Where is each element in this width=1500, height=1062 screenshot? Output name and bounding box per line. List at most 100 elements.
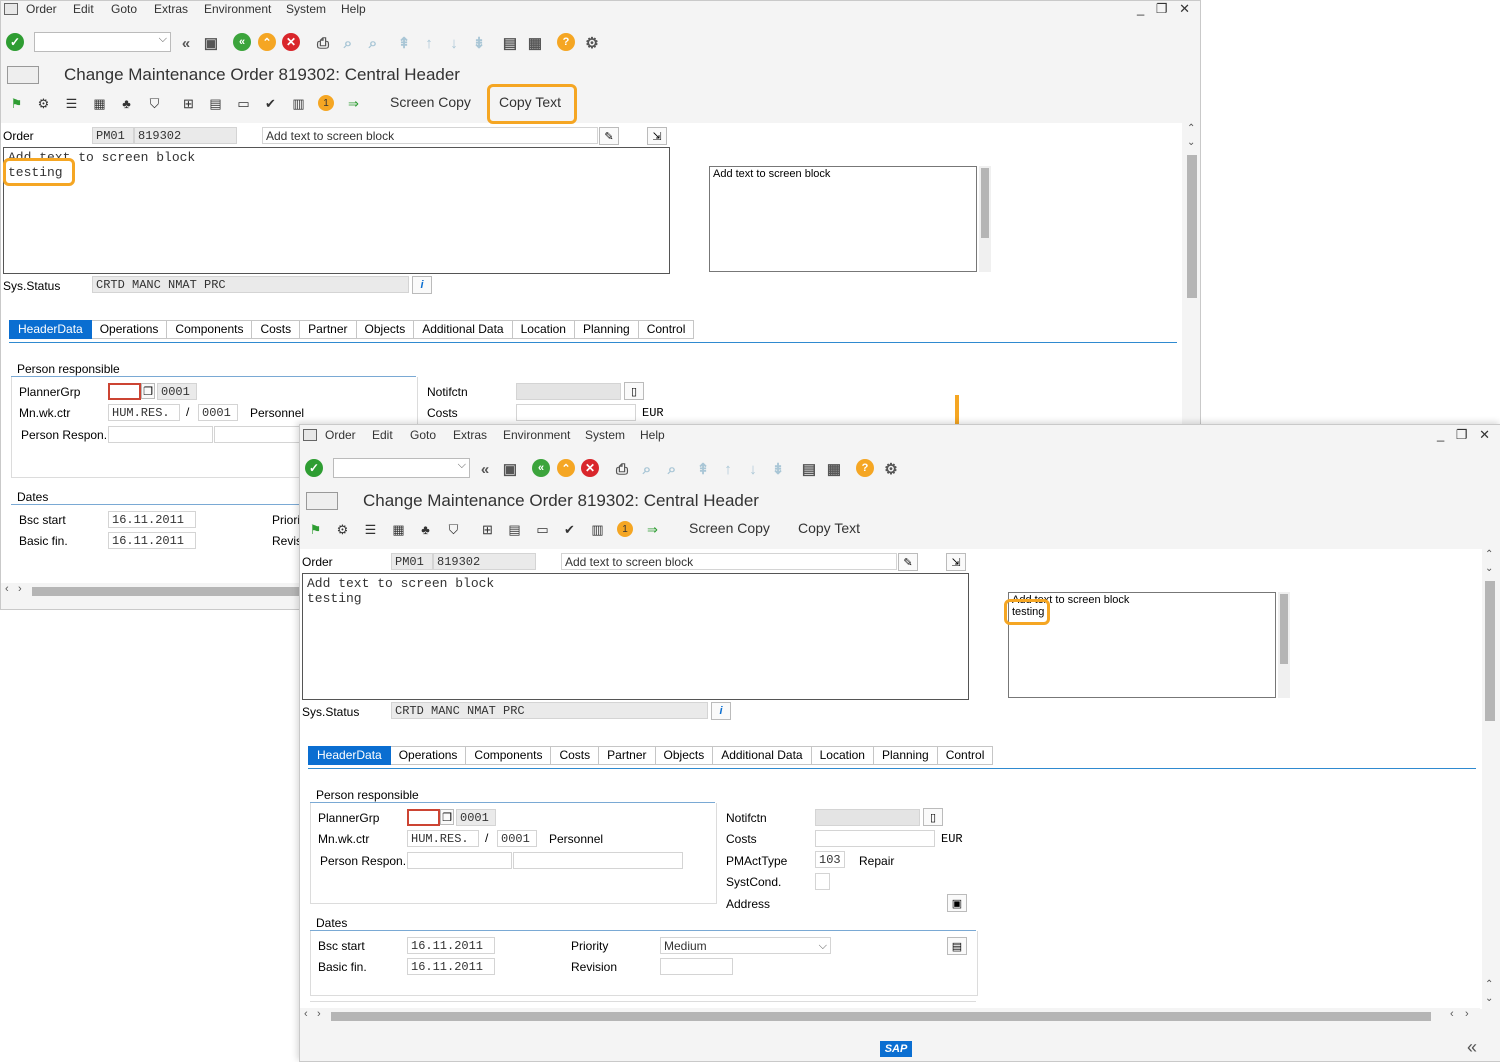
forward-icon[interactable]: ⇒ (644, 521, 661, 538)
person-respon-input[interactable] (108, 426, 213, 443)
expand-text-icon[interactable]: ⇲ (946, 553, 966, 571)
scroll-thumb[interactable] (331, 1012, 1431, 1021)
scroll-down-icon[interactable]: ⌄ (1187, 137, 1195, 148)
tab-objects[interactable]: Objects (356, 320, 415, 339)
settings-icon[interactable]: ⚙ (35, 95, 52, 112)
filter-icon[interactable]: ⛉ (445, 521, 462, 538)
first-page-icon[interactable]: ⇞ (394, 33, 414, 53)
exit-icon[interactable]: ⌃ (557, 459, 575, 477)
scroll-thumb[interactable] (1187, 155, 1197, 298)
structure-icon[interactable]: ⊞ (479, 521, 496, 538)
cost-report-icon[interactable]: ▥ (589, 521, 606, 538)
find-next-icon[interactable]: ⌕ (363, 33, 383, 53)
screen-block-box[interactable]: Add text to screen block (709, 166, 977, 272)
screen-block-scrollbar[interactable] (1278, 592, 1290, 698)
tab-additional-data[interactable]: Additional Data (414, 320, 513, 339)
tab-costs[interactable]: Costs (551, 746, 600, 765)
scroll-left-icon[interactable]: ‹ (5, 583, 9, 595)
scroll-down-icon[interactable]: ⌄ (1485, 993, 1493, 1004)
scroll-thumb[interactable] (1280, 594, 1288, 664)
mn-wk-ctr-plant[interactable]: 0001 (198, 404, 238, 421)
menu-order[interactable]: Order (26, 2, 57, 16)
pm-act-type-field[interactable]: 103 (815, 851, 845, 868)
scroll-thumb[interactable] (32, 587, 301, 596)
list-icon[interactable]: ☰ (63, 95, 80, 112)
menu-edit[interactable]: Edit (372, 428, 393, 442)
notification-doc-icon[interactable]: ▯ (923, 808, 943, 826)
scroll-down-icon[interactable]: ⌄ (1485, 563, 1493, 574)
menu-environment[interactable]: Environment (503, 428, 570, 442)
document-icon[interactable]: ▤ (207, 95, 224, 112)
scroll-thumb[interactable] (1485, 581, 1495, 721)
tab-costs[interactable]: Costs (252, 320, 301, 339)
find-icon[interactable]: ⌕ (637, 459, 657, 479)
tab-partner[interactable]: Partner (300, 320, 357, 339)
last-page-icon[interactable]: ⇟ (768, 459, 788, 479)
list-icon[interactable]: ☰ (362, 521, 379, 538)
settings-gear-icon[interactable]: ⚙ (582, 33, 602, 53)
info-badge-icon[interactable]: 1 (617, 521, 633, 537)
hierarchy-icon[interactable]: ♣ (118, 95, 135, 112)
short-text-field[interactable]: Add text to screen block (561, 553, 897, 570)
window-controls[interactable]: _ ❐ ✕ (1137, 1, 1194, 17)
tab-headerdata[interactable]: HeaderData (9, 320, 92, 339)
tab-planning[interactable]: Planning (574, 320, 639, 339)
enter-icon[interactable]: ✓ (6, 33, 24, 51)
bsc-start-field[interactable]: 16.11.2011 (108, 511, 196, 528)
collapse-status-icon[interactable]: « (1467, 1037, 1477, 1058)
scroll-left-icon[interactable]: ‹ (304, 1008, 308, 1020)
short-text-field[interactable]: Add text to screen block (262, 127, 598, 144)
tab-objects[interactable]: Objects (655, 746, 714, 765)
scroll-right-icon[interactable]: › (18, 583, 22, 595)
tab-additional-data[interactable]: Additional Data (713, 746, 812, 765)
menu-goto[interactable]: Goto (111, 2, 137, 16)
revision-field[interactable] (660, 958, 733, 975)
shortcut-icon[interactable]: ▦ (824, 459, 844, 479)
structure-icon[interactable]: ⊞ (180, 95, 197, 112)
command-field[interactable]: ⌵ (333, 458, 470, 478)
screen-copy-button[interactable]: Screen Copy (689, 520, 770, 536)
status-info-icon[interactable]: i (412, 276, 432, 294)
tab-location[interactable]: Location (512, 320, 575, 339)
window-controls[interactable]: _ ❐ ✕ (1437, 427, 1494, 443)
tab-control[interactable]: Control (638, 320, 695, 339)
scroll-right-icon[interactable]: › (317, 1008, 321, 1020)
exit-icon[interactable]: ⌃ (258, 33, 276, 51)
back-double-icon[interactable]: « (176, 33, 196, 53)
tab-partner[interactable]: Partner (599, 746, 656, 765)
next-page-icon[interactable]: ↓ (444, 33, 464, 53)
forward-icon[interactable]: ⇒ (345, 95, 362, 112)
print-icon[interactable]: ⎙ (313, 33, 333, 53)
edit-long-text-icon[interactable]: ✎ (898, 553, 918, 571)
edit-long-text-icon[interactable]: ✎ (599, 127, 619, 145)
menu-help[interactable]: Help (341, 2, 366, 16)
save-icon[interactable]: ▣ (500, 459, 520, 479)
tab-components[interactable]: Components (167, 320, 253, 339)
screen-menu-icon[interactable] (7, 66, 39, 84)
cancel-icon[interactable]: ✕ (282, 33, 300, 51)
priority-info-icon[interactable]: ▤ (947, 937, 967, 955)
calculator-icon[interactable]: ▦ (390, 521, 407, 538)
filter-icon[interactable]: ⛉ (146, 95, 163, 112)
previous-page-icon[interactable]: ↑ (419, 33, 439, 53)
mn-wk-ctr-plant[interactable]: 0001 (497, 830, 537, 847)
vertical-scrollbar[interactable]: ⌃ ⌄ ⌃ ⌄ (1482, 549, 1498, 1007)
menu-system[interactable]: System (585, 428, 625, 442)
next-page-icon[interactable]: ↓ (743, 459, 763, 479)
screen-block-scrollbar[interactable] (979, 166, 991, 272)
basic-fin-field[interactable]: 16.11.2011 (407, 958, 495, 975)
flag-icon[interactable]: ⚑ (307, 521, 324, 538)
menu-help[interactable]: Help (640, 428, 665, 442)
menu-environment[interactable]: Environment (204, 2, 271, 16)
settings-icon[interactable]: ⚙ (334, 521, 351, 538)
system-menu-icon[interactable] (4, 3, 18, 15)
screen-menu-icon[interactable] (306, 492, 338, 510)
shortcut-icon[interactable]: ▦ (525, 33, 545, 53)
tab-location[interactable]: Location (811, 746, 874, 765)
scroll-right-icon[interactable]: › (1465, 1008, 1469, 1020)
find-icon[interactable]: ⌕ (338, 33, 358, 53)
help-icon[interactable]: ? (856, 459, 874, 477)
menu-system[interactable]: System (286, 2, 326, 16)
screen-copy-button[interactable]: Screen Copy (390, 94, 471, 110)
calculator-icon[interactable]: ▦ (91, 95, 108, 112)
